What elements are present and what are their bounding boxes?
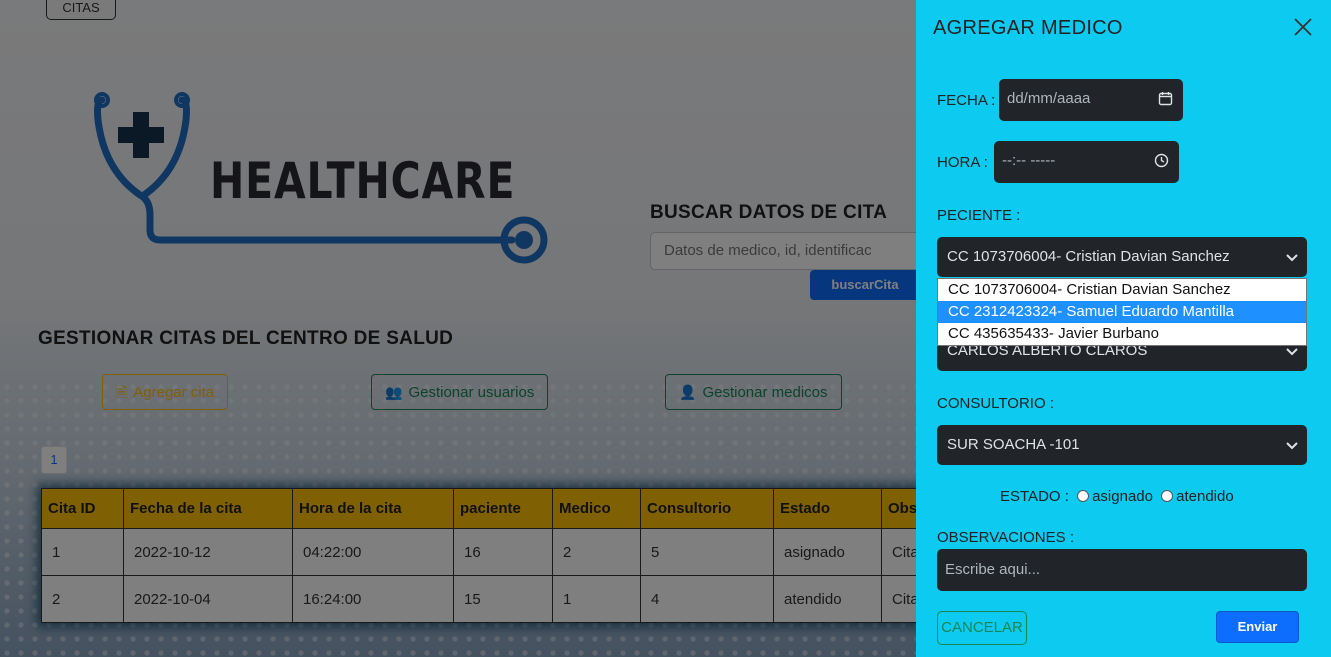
fecha-placeholder: dd/mm/aaaa: [1007, 90, 1091, 107]
calendar-icon[interactable]: [1158, 91, 1173, 106]
consultorio-select[interactable]: SUR SOACHA -101: [937, 425, 1307, 465]
fecha-label: FECHA :: [937, 92, 996, 109]
estado-radio-atendido[interactable]: [1161, 490, 1174, 502]
chevron-down-icon: [1286, 254, 1298, 262]
send-button[interactable]: Enviar: [1216, 611, 1299, 643]
estado-option-label: atendido: [1176, 488, 1234, 505]
paciente-dropdown-list: CC 1073706004- Cristian Davian Sanchez C…: [937, 278, 1307, 346]
clock-icon[interactable]: [1154, 153, 1169, 168]
dropdown-option-highlighted[interactable]: CC 2312423324- Samuel Eduardo Mantilla: [938, 301, 1306, 323]
paciente-label: PECIENTE :: [937, 207, 1021, 224]
paciente-select[interactable]: CC 1073706004- Cristian Davian Sanchez: [937, 237, 1307, 277]
dropdown-option[interactable]: CC 1073706004- Cristian Davian Sanchez: [938, 279, 1306, 301]
hora-label: HORA :: [937, 154, 988, 171]
hora-input[interactable]: --:-- -----: [994, 141, 1179, 183]
add-doctor-panel: AGREGAR MEDICO FECHA : dd/mm/aaaa HORA :…: [916, 0, 1331, 657]
estado-radio-asignado[interactable]: [1077, 490, 1090, 502]
panel-title: AGREGAR MEDICO: [933, 17, 1123, 39]
consultorio-selected: SUR SOACHA -101: [947, 436, 1080, 453]
fecha-input[interactable]: dd/mm/aaaa: [999, 79, 1183, 121]
observaciones-label: OBSERVACIONES :: [937, 529, 1074, 546]
observaciones-input[interactable]: Escribe aqui...: [937, 549, 1307, 591]
consultorio-label: CONSULTORIO :: [937, 395, 1054, 412]
close-icon[interactable]: [1292, 16, 1314, 38]
paciente-selected: CC 1073706004- Cristian Davian Sanchez: [947, 248, 1230, 265]
chevron-down-icon: [1286, 442, 1298, 450]
hora-placeholder: --:-- -----: [1002, 152, 1056, 169]
chevron-down-icon: [1286, 348, 1298, 356]
estado-label: ESTADO :: [1000, 488, 1069, 505]
dropdown-option[interactable]: CC 435635433- Javier Burbano: [938, 323, 1306, 345]
estado-group: ESTADO : asignado atendido: [1000, 488, 1234, 505]
estado-option-label: asignado: [1092, 488, 1153, 505]
cancel-button[interactable]: CANCELAR: [937, 611, 1027, 645]
